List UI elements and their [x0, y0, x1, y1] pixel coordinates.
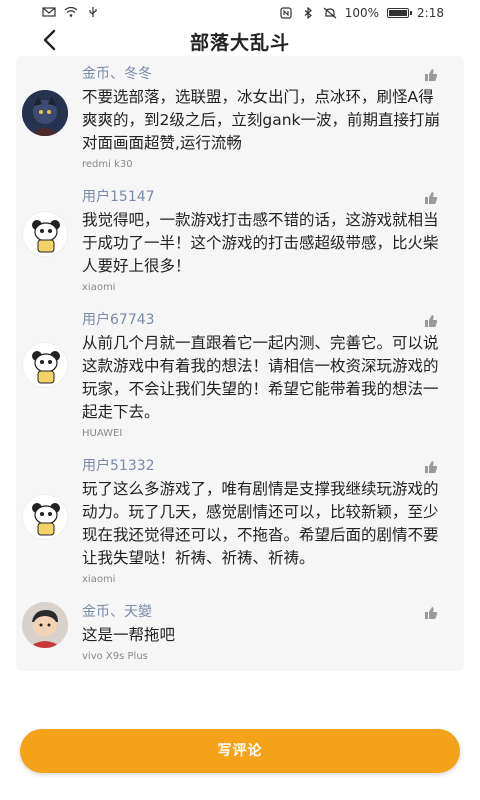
comment-content: 金币、冬冬 不要选部落，选联盟，冰女出门，点冰环，刷怪A得爽爽的，到2级之后，立… [82, 64, 442, 173]
avatar[interactable] [22, 602, 68, 648]
comment-device: vivo X9s Plus [82, 651, 148, 662]
comment-item: 用户15147 我觉得吧，一款游戏打击感不错的话，这游戏就相当于成功了一半！这个… [16, 179, 464, 302]
thumbs-up-icon[interactable] [424, 606, 438, 620]
page-title: 部落大乱斗 [189, 32, 290, 54]
comment-text: 从前几个月就一直跟着它一起内测、完善它。可以说这款游戏中有着我的想法！请相信一枚… [82, 334, 439, 421]
mail-icon [42, 7, 56, 17]
comment-text: 不要选部落，选联盟，冰女出门，点冰环，刷怪A得爽爽的，到2级之后，立刻gank一… [82, 88, 441, 152]
comment-username[interactable]: 金币、天變 [82, 602, 442, 622]
avatar-image [22, 602, 68, 648]
avatar[interactable] [22, 90, 68, 136]
comment-content: 用户51332 玩了这么多游戏了，唯有剧情是支撑我继续玩游戏的动力。玩了几天，感… [82, 456, 442, 588]
comment-username[interactable]: 用户15147 [82, 187, 442, 207]
avatar-image [32, 503, 60, 536]
comment-list: 金币、冬冬 不要选部落，选联盟，冰女出门，点冰环，刷怪A得爽爽的，到2级之后，立… [16, 56, 464, 671]
comment-device: xiaomi [82, 282, 116, 293]
status-right: 100% 2:18 [279, 6, 444, 20]
comment-item: 用户67743 从前几个月就一直跟着它一起内测、完善它。可以说这款游戏中有着我的… [16, 302, 464, 448]
avatar[interactable] [22, 211, 68, 257]
comment-content: 用户67743 从前几个月就一直跟着它一起内测、完善它。可以说这款游戏中有着我的… [82, 310, 442, 442]
status-left [42, 6, 100, 18]
comment-device: redmi k30 [82, 159, 133, 170]
comment-username[interactable]: 用户67743 [82, 310, 442, 330]
thumbs-up-icon[interactable] [424, 191, 438, 205]
clock: 2:18 [417, 6, 444, 20]
avatar-image [22, 90, 68, 136]
thumbs-up-icon[interactable] [424, 460, 438, 474]
mute-icon [323, 7, 337, 19]
battery-icon [387, 8, 413, 18]
avatar[interactable] [22, 494, 68, 540]
comment-text: 我觉得吧，一款游戏打击感不错的话，这游戏就相当于成功了一半！这个游戏的打击感超级… [82, 211, 439, 275]
comment-device: HUAWEI [82, 428, 123, 439]
wifi-icon [64, 6, 78, 17]
comment-text: 玩了这么多游戏了，唯有剧情是支撑我继续玩游戏的动力。玩了几天，感觉剧情还可以，比… [82, 480, 439, 567]
comment-username[interactable]: 金币、冬冬 [82, 64, 442, 84]
comment-device: xiaomi [82, 574, 116, 585]
comment-text: 这是一帮拖吧 [82, 626, 176, 644]
comment-item: 金币、天變 这是一帮拖吧 vivo X9s Plus [16, 594, 464, 671]
write-comment-button[interactable]: 写评论 [20, 729, 460, 773]
comment-item: 金币、冬冬 不要选部落，选联盟，冰女出门，点冰环，刷怪A得爽爽的，到2级之后，立… [16, 56, 464, 179]
thumbs-up-icon[interactable] [424, 68, 438, 82]
avatar-image [32, 351, 60, 384]
avatar[interactable] [22, 342, 68, 388]
usb-icon [89, 7, 97, 17]
comment-username[interactable]: 用户51332 [82, 456, 442, 476]
comment-content: 用户15147 我觉得吧，一款游戏打击感不错的话，这游戏就相当于成功了一半！这个… [82, 187, 442, 296]
bluetooth-icon [304, 7, 312, 19]
comment-content: 金币、天變 这是一帮拖吧 vivo X9s Plus [82, 602, 442, 665]
avatar-image [32, 220, 60, 253]
thumbs-up-icon[interactable] [424, 314, 438, 328]
nfc-icon [280, 7, 292, 19]
header: 部落大乱斗 [0, 26, 480, 56]
comment-item: 用户51332 玩了这么多游戏了，唯有剧情是支撑我继续玩游戏的动力。玩了几天，感… [16, 448, 464, 594]
status-bar: 100% 2:18 [0, 0, 480, 26]
battery-percent: 100% [344, 6, 380, 20]
